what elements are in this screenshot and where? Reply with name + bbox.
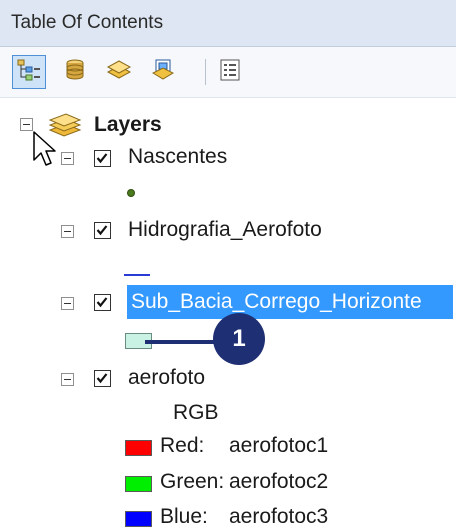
band-channel-blue: Blue: [160, 505, 208, 528]
database-icon [62, 57, 88, 88]
band-name-blue: aerofotoc3 [229, 505, 329, 528]
layer-label-aerofoto[interactable]: aerofoto [128, 366, 205, 390]
band-name-red: aerofotoc1 [229, 434, 329, 457]
green-band-swatch [125, 476, 152, 492]
toc-toolbar [0, 47, 456, 98]
options-icon [218, 58, 242, 87]
rgb-label: RGB [173, 401, 219, 424]
blue-band-swatch [125, 511, 152, 527]
toc-title-bar: Table Of Contents [0, 0, 456, 47]
toolbar-separator [205, 59, 206, 85]
band-channel-green: Green: [160, 470, 225, 493]
line-symbol-icon [124, 264, 152, 282]
red-band-swatch [125, 440, 152, 456]
options-button[interactable] [213, 55, 247, 89]
layers-visibility-icon [105, 57, 133, 88]
nascentes-collapse-toggle[interactable] [61, 152, 74, 165]
list-by-source-button[interactable] [58, 55, 92, 89]
band-channel-red: Red: [160, 434, 205, 457]
list-by-drawing-order-icon [16, 57, 42, 88]
sub-bacia-visibility-checkbox[interactable] [94, 294, 111, 311]
aerofoto-visibility-checkbox[interactable] [94, 370, 111, 387]
hidrografia-visibility-checkbox[interactable] [94, 222, 111, 239]
window-title: Table Of Contents [11, 12, 164, 33]
layer-label-hidrografia-aerofoto[interactable]: Hidrografia_Aerofoto [128, 218, 322, 242]
layers-root-label: Layers [94, 113, 162, 136]
list-by-visibility-button[interactable] [102, 55, 136, 89]
callout-badge: 1 [213, 313, 265, 365]
band-name-green: aerofotoc2 [229, 470, 329, 493]
sub-bacia-collapse-toggle[interactable] [61, 297, 74, 310]
callout-number: 1 [232, 325, 246, 352]
selection-icon [150, 57, 176, 88]
layer-label-nascentes[interactable]: Nascentes [128, 145, 227, 169]
layer-label-sub-bacia-corrego-horizonte[interactable]: Sub_Bacia_Corrego_Horizonte [131, 290, 422, 314]
list-by-drawing-order-button[interactable] [12, 55, 46, 89]
aerofoto-collapse-toggle[interactable] [61, 373, 74, 386]
point-symbol-icon [125, 186, 137, 204]
list-by-selection-button[interactable] [146, 55, 180, 89]
hidrografia-collapse-toggle[interactable] [61, 225, 74, 238]
mouse-cursor-icon [32, 130, 58, 175]
nascentes-visibility-checkbox[interactable] [94, 150, 111, 167]
